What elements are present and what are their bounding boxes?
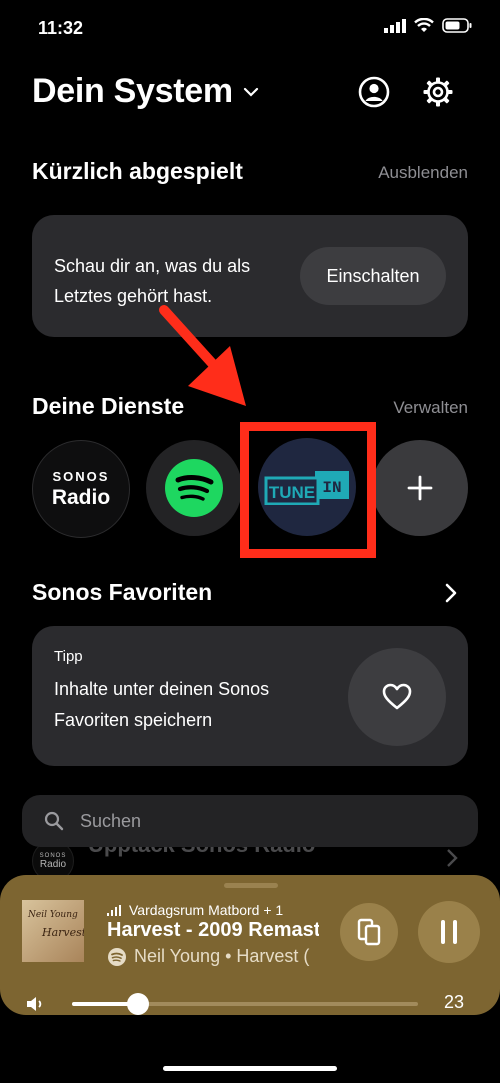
now-playing-bar[interactable]: Neil Young Harvest Vardagsrum Matbord + …: [0, 875, 500, 1015]
plus-icon: [407, 475, 433, 501]
room-name: Vardagsrum Matbord + 1: [129, 902, 284, 918]
volume-icon: [27, 997, 42, 1011]
enable-button[interactable]: Einschalten: [300, 247, 446, 305]
wifi-icon: [414, 18, 434, 32]
spotify-icon: [165, 459, 223, 517]
album-art-text-2: Harvest: [42, 926, 84, 939]
search-bar[interactable]: Suchen: [22, 795, 478, 847]
behind-chevron-right-icon: [447, 849, 458, 867]
add-favorite-button[interactable]: [348, 648, 446, 746]
drag-handle[interactable]: [224, 883, 278, 888]
hide-recent-link[interactable]: Ausblenden: [378, 163, 468, 183]
account-button[interactable]: [358, 76, 390, 108]
album-art[interactable]: Neil Young Harvest: [22, 900, 84, 962]
volume-value: 23: [444, 992, 465, 1012]
status-time: 11:32: [38, 18, 84, 38]
battery-icon: [442, 18, 472, 33]
recent-card-line-1: Schau dir an, was du als: [54, 256, 251, 276]
service-sonos-radio[interactable]: SONOS Radio: [32, 440, 130, 538]
service-spotify[interactable]: [146, 440, 242, 536]
behind-logo-big: Radio: [39, 858, 67, 870]
queue-button[interactable]: [340, 903, 398, 961]
pause-icon: [441, 920, 457, 944]
sonos-radio-logo-big: Radio: [51, 485, 111, 509]
chevron-right-icon[interactable]: [444, 582, 458, 604]
pause-button[interactable]: [418, 901, 480, 963]
cellular-signal-icon: [384, 18, 406, 33]
recent-section-title: Kürzlich abgespielt: [32, 158, 243, 184]
page-title: Dein System: [32, 72, 233, 110]
tip-text: Inhalte unter deinen Sonos Favoriten spe…: [54, 674, 269, 736]
queue-icon: [357, 918, 381, 946]
album-art-text-1: Neil Young: [28, 910, 78, 920]
chevron-down-icon: [243, 87, 258, 97]
track-title: Harvest - 2009 Remast: [107, 919, 319, 941]
tip-label: Tipp: [54, 648, 83, 665]
account-icon: [358, 76, 390, 108]
favorites-section-title: Sonos Favoriten: [32, 579, 213, 605]
speaker-signal-icon: [107, 905, 121, 916]
settings-button[interactable]: [422, 76, 454, 108]
sonos-radio-logo-small: SONOS: [52, 468, 110, 484]
gear-icon: [423, 77, 453, 107]
favorites-tip-card: Tipp Inhalte unter deinen Sonos Favorite…: [32, 626, 468, 766]
volume-knob[interactable]: [127, 993, 149, 1015]
home-indicator: [163, 1066, 337, 1071]
track-artist: Neil Young • Harvest (: [134, 946, 310, 966]
search-icon: [44, 811, 64, 831]
tip-text-line-2: Favoriten speichern: [54, 710, 213, 730]
add-service-button[interactable]: [372, 440, 468, 536]
tip-text-line-1: Inhalte unter deinen Sonos: [54, 679, 270, 699]
annotation-arrow-icon: [159, 305, 246, 406]
volume-slider[interactable]: [72, 993, 418, 1015]
spotify-small-icon: [108, 948, 126, 966]
search-placeholder: Suchen: [80, 810, 142, 831]
highlight-box: [240, 422, 376, 558]
status-icons: [384, 18, 472, 33]
manage-services-link[interactable]: Verwalten: [393, 398, 468, 418]
system-selector[interactable]: Dein System: [32, 72, 259, 111]
heart-icon: [382, 683, 412, 710]
